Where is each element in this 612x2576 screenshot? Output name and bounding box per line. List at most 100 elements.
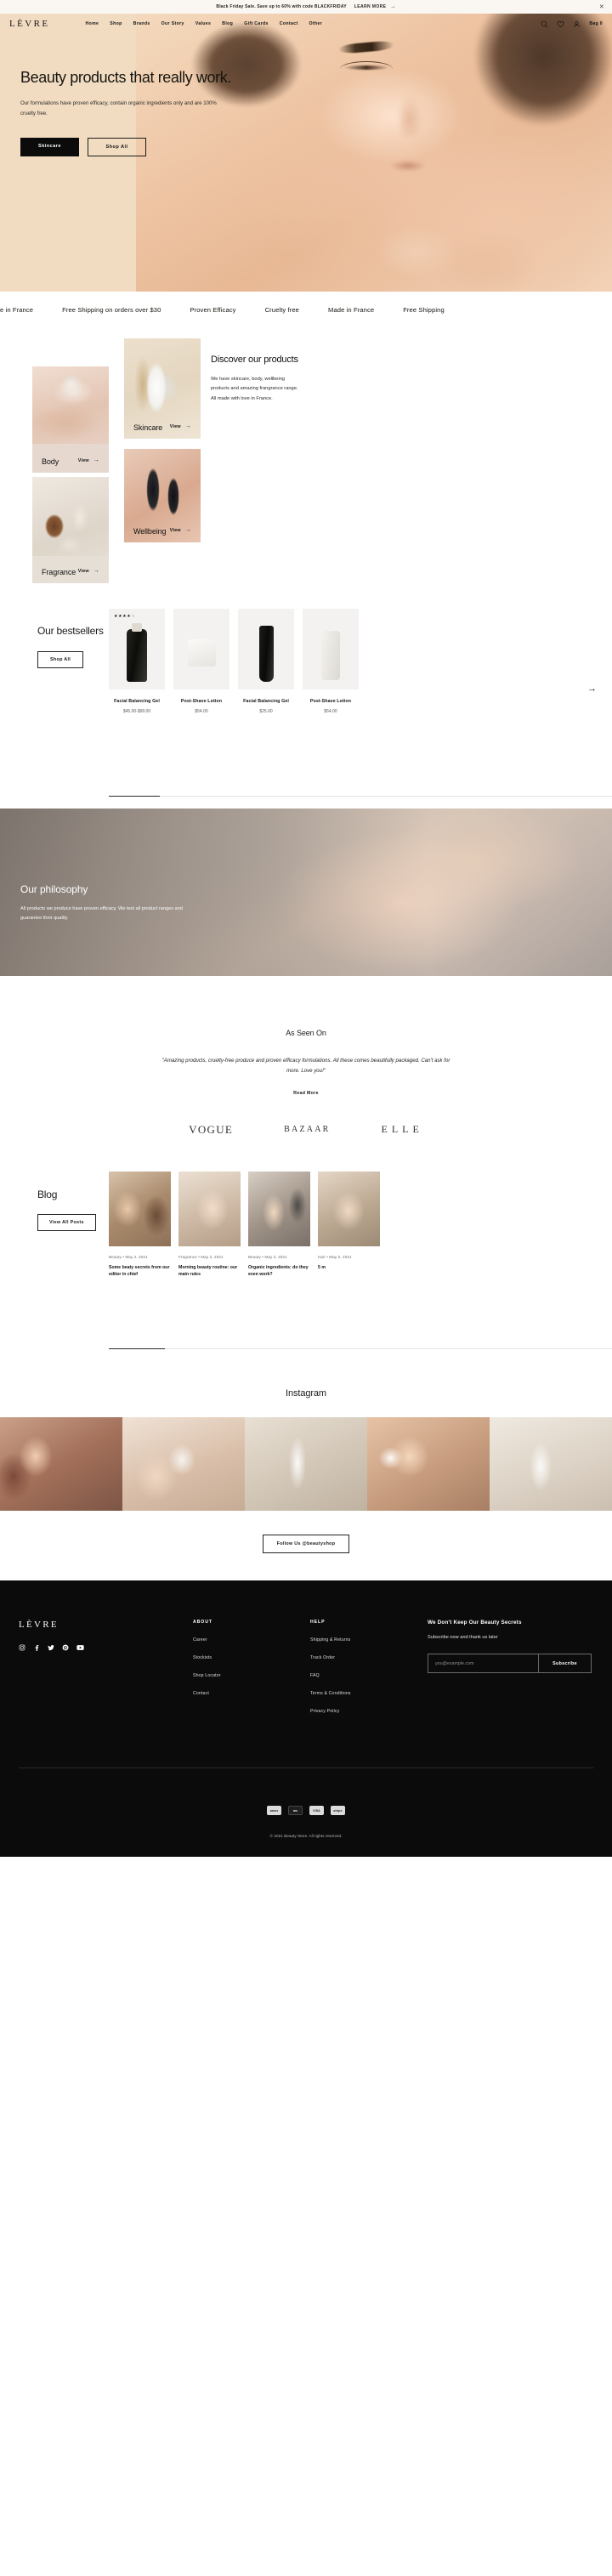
payment-icon-amex: amex bbox=[267, 1806, 281, 1815]
nav-item-values[interactable]: Values bbox=[196, 21, 212, 26]
nav-item-shop[interactable]: Shop bbox=[110, 21, 122, 26]
instagram-post[interactable] bbox=[122, 1417, 245, 1511]
instagram-post[interactable] bbox=[245, 1417, 367, 1511]
site-logo[interactable]: LÈVRE bbox=[9, 19, 49, 29]
blog-carousel[interactable]: Beauty • May 2, 2021 Some beaty secrets … bbox=[109, 1172, 612, 1279]
category-card-body[interactable]: Body View → bbox=[32, 366, 109, 473]
footer-link-privacy[interactable]: Privacy Policy bbox=[310, 1709, 428, 1714]
footer-link-shop-locator[interactable]: Shop Locator bbox=[193, 1673, 310, 1678]
footer-logo[interactable]: LÈVRE bbox=[19, 1620, 193, 1630]
press-logo-elle: ELLE bbox=[381, 1123, 423, 1136]
product-name: Post-Shave Lotion bbox=[180, 699, 223, 704]
bestsellers-carousel[interactable]: ★★★★★ Facial Balancing Gel $45.00-$99.00… bbox=[109, 609, 612, 714]
footer-link-contact[interactable]: Contact bbox=[193, 1691, 310, 1696]
nav-item-brands[interactable]: Brands bbox=[133, 21, 150, 26]
footer-link-track-order[interactable]: Track Order bbox=[310, 1655, 428, 1660]
product-card[interactable]: Post-Shave Lotion $54.00 bbox=[173, 609, 230, 714]
close-icon[interactable]: ✕ bbox=[599, 3, 604, 10]
as-seen-on-section: As Seen On "Amazing products, cruelty-fr… bbox=[0, 976, 612, 1172]
product-price: $25.00 bbox=[259, 709, 273, 714]
category-view-link[interactable]: View → bbox=[170, 423, 191, 429]
bestsellers-shop-all-button[interactable]: Shop All bbox=[37, 651, 84, 669]
footer-grid: LÈVRE ABOUT Career Stockists Shop Locato… bbox=[0, 1620, 612, 1727]
nav-item-contact[interactable]: Contact bbox=[280, 21, 298, 26]
category-card-skincare[interactable]: Skincare View → bbox=[124, 338, 201, 439]
product-name: Post-Shave Lotion bbox=[309, 699, 352, 704]
read-more-link[interactable]: Read More bbox=[0, 1091, 612, 1096]
blog-post-card[interactable]: Fragrance • May 2, 2021 Morning beauty r… bbox=[178, 1172, 241, 1279]
footer-link-terms[interactable]: Terms & Conditions bbox=[310, 1691, 428, 1696]
payment-icon-stripe: stripe bbox=[331, 1806, 345, 1815]
footer-brand-column: LÈVRE bbox=[19, 1620, 193, 1727]
hero-title: Beauty products that really work. bbox=[20, 69, 231, 86]
newsletter-subheading: Subscribe now and thank us later bbox=[428, 1635, 498, 1640]
footer-link-career[interactable]: Career bbox=[193, 1637, 310, 1643]
newsletter-heading: We Don't Keep Our Beauty Secrets bbox=[428, 1620, 522, 1626]
footer-link-stockists[interactable]: Stockists bbox=[193, 1655, 310, 1660]
product-card[interactable]: Facial Balancing Gel $25.00 bbox=[238, 609, 294, 714]
as-seen-on-title: As Seen On bbox=[286, 1029, 326, 1037]
category-view-link[interactable]: View → bbox=[78, 568, 99, 574]
instagram-icon[interactable] bbox=[19, 1644, 26, 1651]
skincare-button[interactable]: Skincare bbox=[20, 137, 79, 156]
blog-post-card[interactable]: Beauty • May 2, 2021 Organic ingredients… bbox=[248, 1172, 310, 1279]
hero-subtitle: Our formulations have proven efficacy, c… bbox=[20, 100, 217, 116]
product-card[interactable]: Post-Shave Lotion $54.00 bbox=[303, 609, 359, 714]
pinterest-icon[interactable] bbox=[62, 1644, 69, 1651]
marquee-item: Free Shipping bbox=[403, 306, 445, 314]
carousel-next-arrow-icon[interactable]: → bbox=[587, 684, 597, 694]
search-icon[interactable] bbox=[541, 20, 548, 28]
category-view-link[interactable]: View → bbox=[78, 457, 99, 463]
facebook-icon[interactable] bbox=[33, 1644, 40, 1651]
blog-post-title: Organic ingredients: do they even work? bbox=[248, 1265, 309, 1278]
arrow-right-icon: → bbox=[390, 4, 396, 9]
payment-icon-mastercard: mc bbox=[288, 1806, 303, 1815]
announcement-bar: Black Friday Sale. Save up to 60% with c… bbox=[0, 0, 612, 14]
footer-link-faq[interactable]: FAQ bbox=[310, 1673, 428, 1678]
instagram-post[interactable] bbox=[490, 1417, 612, 1511]
subscribe-button[interactable]: Subscribe bbox=[538, 1654, 591, 1672]
discover-products-section: Body View → Skincare View → Fragrance Vi… bbox=[0, 328, 612, 609]
footer-link-shipping-returns[interactable]: Shipping & Returns bbox=[310, 1637, 428, 1643]
instagram-post[interactable] bbox=[0, 1417, 122, 1511]
view-all-posts-button[interactable]: View All Posts bbox=[37, 1214, 96, 1231]
category-view-link[interactable]: View → bbox=[170, 527, 191, 533]
arrow-right-icon: → bbox=[93, 568, 99, 574]
blog-carousel-progress-thumb[interactable] bbox=[109, 1348, 165, 1349]
nav-item-our-story[interactable]: Our Story bbox=[162, 21, 184, 26]
blog-post-card[interactable]: Hair • May 2, 2021 5 m bbox=[318, 1172, 380, 1279]
nav-item-blog[interactable]: Blog bbox=[222, 21, 233, 26]
carousel-progress-thumb[interactable] bbox=[109, 796, 160, 797]
press-logo-vogue: VOGUE bbox=[189, 1122, 234, 1136]
site-footer: LÈVRE ABOUT Career Stockists Shop Locato… bbox=[0, 1580, 612, 1857]
discover-title: Discover our products bbox=[211, 355, 298, 365]
nav-item-home[interactable]: Home bbox=[85, 21, 99, 26]
footer-divider bbox=[19, 1767, 593, 1768]
announcement-message: Black Friday Sale. Save up to 60% with c… bbox=[216, 4, 347, 9]
blog-carousel-progress-track[interactable] bbox=[109, 1348, 612, 1349]
product-card[interactable]: ★★★★★ Facial Balancing Gel $45.00-$99.00 bbox=[109, 609, 165, 714]
blog-post-card[interactable]: Beauty • May 2, 2021 Some beaty secrets … bbox=[109, 1172, 171, 1279]
carousel-progress-track[interactable] bbox=[109, 796, 612, 797]
bestsellers-section: Our bestsellers Shop All ★★★★★ Facial Ba… bbox=[0, 609, 612, 809]
nav-item-other[interactable]: Other bbox=[309, 21, 323, 26]
wishlist-heart-icon[interactable] bbox=[557, 20, 564, 28]
cart-bag-button[interactable]: Bag 0 bbox=[589, 21, 603, 26]
shop-all-button[interactable]: Shop All bbox=[88, 137, 146, 156]
follow-us-button[interactable]: Follow Us @beautyshop bbox=[262, 1535, 350, 1553]
nav-links: Home Shop Brands Our Story Values Blog G… bbox=[85, 21, 322, 26]
announcement-learn-more-link[interactable]: LEARN MORE bbox=[354, 4, 387, 9]
view-text: View bbox=[169, 527, 181, 533]
newsletter-email-input[interactable] bbox=[428, 1654, 538, 1672]
youtube-icon[interactable] bbox=[76, 1644, 84, 1651]
category-card-fragrance[interactable]: Fragrance View → bbox=[32, 477, 109, 583]
blog-post-meta: Hair • May 2, 2021 bbox=[318, 1255, 352, 1259]
twitter-icon[interactable] bbox=[48, 1644, 54, 1651]
bestsellers-title: Our bestsellers bbox=[37, 625, 104, 637]
instagram-post[interactable] bbox=[367, 1417, 490, 1511]
nav-item-gift-cards[interactable]: Gift Cards bbox=[244, 21, 269, 26]
category-card-wellbeing[interactable]: Wellbeing View → bbox=[124, 449, 201, 542]
footer-link-list: Career Stockists Shop Locator Contact bbox=[193, 1637, 310, 1696]
account-icon[interactable] bbox=[573, 20, 581, 28]
arrow-right-icon: → bbox=[93, 457, 99, 463]
